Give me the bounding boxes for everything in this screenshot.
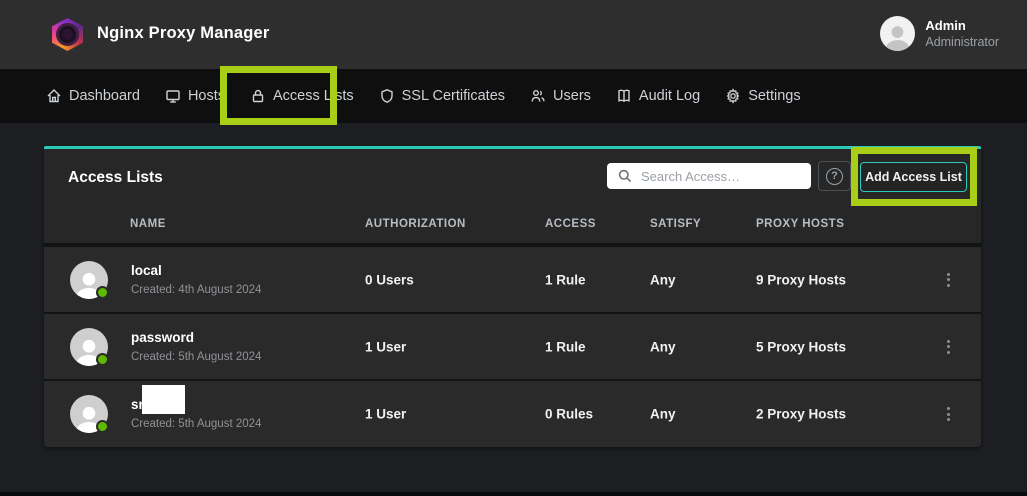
person-icon bbox=[880, 19, 915, 51]
access-lists-panel: Access Lists ? Add Access List Name Auth… bbox=[44, 146, 981, 447]
redaction-box bbox=[142, 385, 185, 414]
access-cell: 0 Rules bbox=[545, 407, 593, 422]
nav-label: Dashboard bbox=[69, 88, 140, 104]
help-icon: ? bbox=[826, 168, 843, 185]
nav-label: SSL Certificates bbox=[402, 88, 505, 104]
nav-label: Settings bbox=[748, 88, 800, 104]
nav-item-access-lists[interactable]: Access Lists bbox=[250, 88, 354, 104]
bottom-edge bbox=[0, 492, 1027, 496]
search-input[interactable] bbox=[607, 163, 811, 189]
row-menu-button[interactable] bbox=[942, 335, 955, 359]
row-menu-button[interactable] bbox=[942, 268, 955, 292]
table-row[interactable]: local Created: 4th August 2024 0 Users 1… bbox=[44, 247, 981, 312]
name-cell: password Created: 5th August 2024 bbox=[131, 329, 261, 365]
user-name: Admin bbox=[925, 17, 999, 34]
name-cell: local Created: 4th August 2024 bbox=[131, 262, 261, 298]
nav-label: Access Lists bbox=[273, 88, 354, 104]
nav-item-audit-log[interactable]: Audit Log bbox=[616, 88, 700, 104]
authorization-cell: 1 User bbox=[365, 407, 406, 422]
satisfy-cell: Any bbox=[650, 407, 676, 422]
online-status-dot bbox=[96, 286, 109, 299]
user-avatar[interactable] bbox=[880, 16, 915, 51]
nav-label: Hosts bbox=[188, 88, 225, 104]
nav-item-ssl-certificates[interactable]: SSL Certificates bbox=[379, 88, 505, 104]
app-title: Nginx Proxy Manager bbox=[97, 24, 270, 43]
nav-label: Users bbox=[553, 88, 591, 104]
access-cell: 1 Rule bbox=[545, 339, 586, 354]
table-header: Name Authorization Access Satisfy Proxy … bbox=[44, 208, 981, 243]
access-list-name: password bbox=[131, 329, 261, 346]
row-menu-button[interactable] bbox=[942, 402, 955, 426]
column-header-satisfy: Satisfy bbox=[650, 218, 701, 230]
proxy-hosts-cell: 5 Proxy Hosts bbox=[756, 339, 846, 354]
add-access-list-button[interactable]: Add Access List bbox=[860, 162, 967, 192]
gear-icon bbox=[725, 88, 741, 104]
created-date: Created: 4th August 2024 bbox=[131, 282, 261, 298]
table-row[interactable]: password Created: 5th August 2024 1 User… bbox=[44, 314, 981, 379]
app-logo-icon bbox=[52, 18, 83, 51]
authorization-cell: 0 Users bbox=[365, 272, 414, 287]
created-date: Created: 5th August 2024 bbox=[131, 416, 261, 432]
column-header-proxy-hosts: Proxy Hosts bbox=[756, 218, 844, 230]
lock-icon bbox=[250, 88, 266, 104]
nav-item-dashboard[interactable]: Dashboard bbox=[46, 88, 140, 104]
page-title: Access Lists bbox=[68, 169, 163, 187]
column-header-authorization: Authorization bbox=[365, 218, 466, 230]
online-status-dot bbox=[96, 420, 109, 433]
column-header-name: Name bbox=[130, 218, 166, 230]
app-header: Nginx Proxy Manager Admin Administrator bbox=[0, 0, 1027, 69]
book-icon bbox=[616, 88, 632, 104]
table-row[interactable]: sn Created: 5th August 2024 1 User 0 Rul… bbox=[44, 381, 981, 447]
access-list-name: local bbox=[131, 262, 261, 279]
proxy-hosts-cell: 9 Proxy Hosts bbox=[756, 272, 846, 287]
nav-item-hosts[interactable]: Hosts bbox=[165, 88, 225, 104]
online-status-dot bbox=[96, 353, 109, 366]
monitor-icon bbox=[165, 88, 181, 104]
nav-label: Audit Log bbox=[639, 88, 700, 104]
user-role: Administrator bbox=[925, 34, 999, 50]
satisfy-cell: Any bbox=[650, 339, 676, 354]
nav-item-settings[interactable]: Settings bbox=[725, 88, 800, 104]
home-icon bbox=[46, 88, 62, 104]
access-cell: 1 Rule bbox=[545, 272, 586, 287]
search-box bbox=[607, 163, 811, 189]
shield-icon bbox=[379, 88, 395, 104]
created-date: Created: 5th August 2024 bbox=[131, 349, 261, 365]
nav-item-users[interactable]: Users bbox=[530, 88, 591, 104]
users-icon bbox=[530, 88, 546, 104]
column-header-access: Access bbox=[545, 218, 596, 230]
authorization-cell: 1 User bbox=[365, 339, 406, 354]
satisfy-cell: Any bbox=[650, 272, 676, 287]
proxy-hosts-cell: 2 Proxy Hosts bbox=[756, 407, 846, 422]
help-button[interactable]: ? bbox=[818, 161, 851, 191]
user-menu[interactable]: Admin Administrator bbox=[880, 16, 999, 51]
main-nav: Dashboard Hosts Access Lists SSL Certifi… bbox=[0, 69, 1027, 123]
